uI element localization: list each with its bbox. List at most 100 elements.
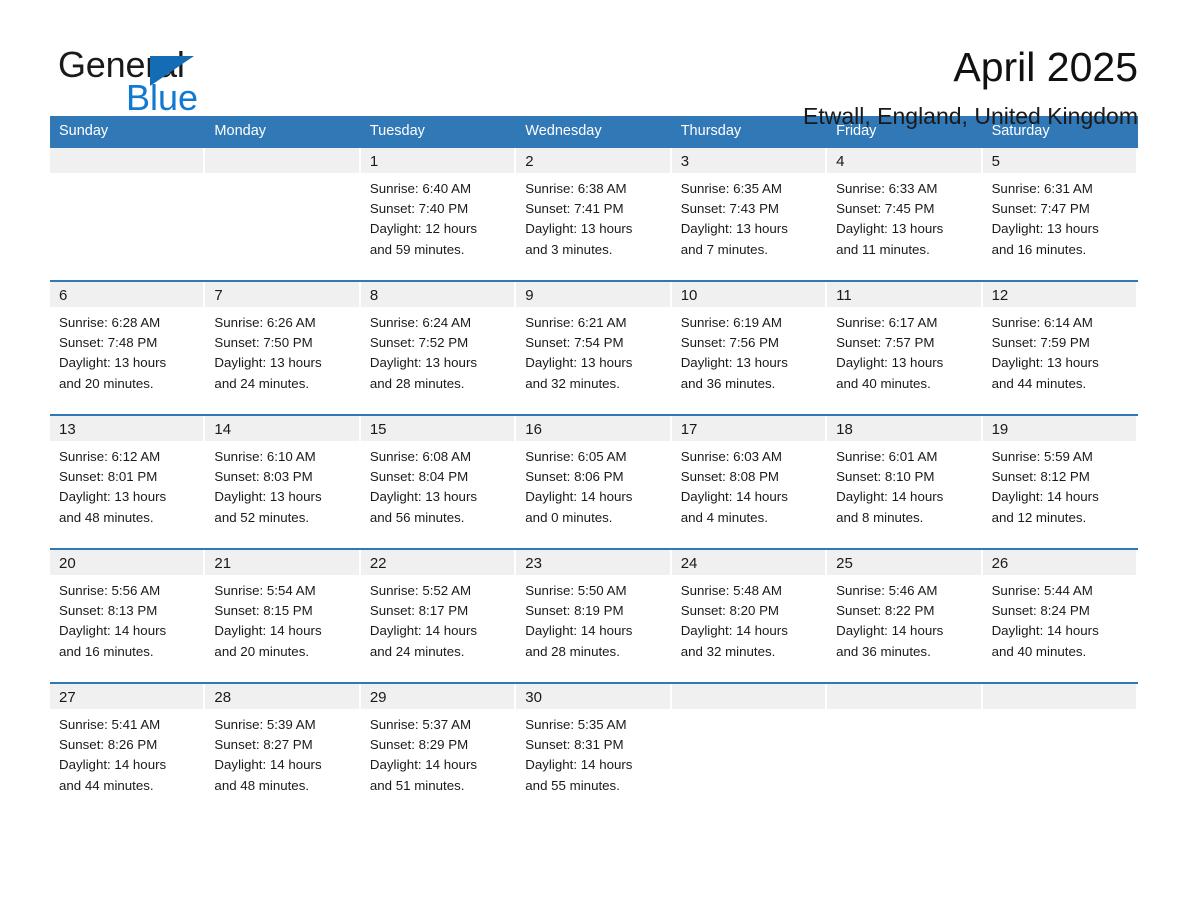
page-header: General Blue April 2025 Etwall, England,…: [50, 0, 1138, 129]
calendar-day-cell[interactable]: 20 Sunrise: 5:56 AM Sunset: 8:13 PM Dayli…: [50, 550, 206, 682]
calendar-day-cell[interactable]: 21 Sunrise: 5:54 AM Sunset: 8:15 PM Dayli…: [205, 550, 361, 682]
day-number-band: 7: [205, 282, 359, 307]
day-number-band: 9: [516, 282, 670, 307]
calendar-day-cell[interactable]: 13 Sunrise: 6:12 AM Sunset: 8:01 PM Dayli…: [50, 416, 206, 548]
sun-times-text: Sunrise: 5:46 AM Sunset: 8:22 PM Dayligh…: [836, 583, 944, 659]
day-number: 15: [369, 421, 387, 438]
day-number: 29: [369, 689, 387, 706]
weekday-header-thursday: Thursday: [680, 123, 742, 139]
sun-times-text: Sunrise: 6:31 AM Sunset: 7:47 PM Dayligh…: [991, 181, 1099, 257]
day-number-band: 27: [50, 684, 204, 709]
calendar-day-cell[interactable]: 3 Sunrise: 6:35 AM Sunset: 7:43 PM Daylig…: [671, 148, 828, 280]
day-number-band: 18: [827, 416, 981, 441]
day-number: 27: [59, 689, 76, 706]
day-number: 8: [369, 287, 379, 304]
sun-times-text: Sunrise: 6:08 AM Sunset: 8:04 PM Dayligh…: [369, 449, 478, 525]
general-blue-logo[interactable]: General Blue: [50, 44, 310, 118]
calendar-day-cell[interactable]: 10 Sunrise: 6:19 AM Sunset: 7:56 PM Dayli…: [671, 282, 828, 414]
day-number-band: 21: [205, 550, 359, 575]
calendar-day-cell[interactable]: 7 Sunrise: 6:26 AM Sunset: 7:50 PM Daylig…: [205, 282, 361, 414]
sun-times-text: Sunrise: 5:39 AM Sunset: 8:27 PM Dayligh…: [214, 717, 322, 793]
weekday-header-monday: Monday: [214, 123, 267, 139]
day-number-band: 24: [671, 550, 826, 575]
sun-times-text: Sunrise: 5:35 AM Sunset: 8:31 PM Dayligh…: [525, 717, 633, 793]
calendar-weeks: 1 Sunrise: 6:40 AM Sunset: 7:40 PM Daylig…: [50, 146, 1138, 800]
day-number-band: 30: [516, 684, 670, 709]
calendar-day-cell[interactable]: 11 Sunrise: 6:17 AM Sunset: 7:57 PM Dayli…: [827, 282, 983, 414]
day-number: 9: [525, 287, 534, 304]
sun-times-text: Sunrise: 6:35 AM Sunset: 7:43 PM Dayligh…: [680, 181, 788, 257]
day-number: 21: [214, 555, 232, 572]
day-number-band: 4: [827, 148, 981, 173]
day-number: 2: [525, 153, 534, 170]
day-number-band: 17: [671, 416, 826, 441]
calendar-day-cell[interactable]: 28 Sunrise: 5:39 AM Sunset: 8:27 PM Dayli…: [205, 684, 361, 800]
calendar-day-cell[interactable]: 14 Sunrise: 6:10 AM Sunset: 8:03 PM Dayli…: [205, 416, 361, 548]
day-number: 18: [836, 421, 853, 438]
calendar-week-row: 27 Sunrise: 5:41 AM Sunset: 8:26 PM Dayli…: [50, 682, 1138, 800]
calendar-day-cell[interactable]: 27 Sunrise: 5:41 AM Sunset: 8:26 PM Dayli…: [50, 684, 206, 800]
day-number: 23: [525, 555, 542, 572]
day-number: 20: [59, 555, 76, 572]
calendar-day-cell[interactable]: 4 Sunrise: 6:33 AM Sunset: 7:45 PM Daylig…: [827, 148, 983, 280]
day-number-band: [205, 148, 359, 173]
calendar-day-cell[interactable]: 19 Sunrise: 5:59 AM Sunset: 8:12 PM Dayli…: [982, 416, 1138, 548]
calendar-week-row: 13 Sunrise: 6:12 AM Sunset: 8:01 PM Dayli…: [50, 414, 1138, 548]
day-number: [672, 684, 825, 687]
calendar-day-cell[interactable]: 6 Sunrise: 6:28 AM Sunset: 7:48 PM Daylig…: [50, 282, 206, 414]
calendar-day-cell[interactable]: 15 Sunrise: 6:08 AM Sunset: 8:04 PM Dayli…: [360, 416, 517, 548]
sun-times-text: Sunrise: 6:10 AM Sunset: 8:03 PM Dayligh…: [214, 449, 322, 525]
day-number: 28: [214, 689, 232, 706]
sun-times-text: [827, 709, 982, 715]
calendar-day-cell[interactable]: 30 Sunrise: 5:35 AM Sunset: 8:31 PM Dayli…: [516, 684, 672, 800]
weekday-header-friday: Friday: [836, 123, 877, 139]
weekday-header-row: Sunday Monday Tuesday Wednesday Thursday…: [50, 116, 1138, 146]
day-number: 24: [680, 555, 698, 572]
day-number: 17: [680, 421, 698, 438]
sun-times-text: [205, 173, 360, 179]
day-number: 16: [525, 421, 542, 438]
sun-times-text: Sunrise: 6:26 AM Sunset: 7:50 PM Dayligh…: [214, 315, 322, 391]
calendar-week-row: 1 Sunrise: 6:40 AM Sunset: 7:40 PM Daylig…: [50, 146, 1138, 280]
calendar-day-cell[interactable]: 16 Sunrise: 6:05 AM Sunset: 8:06 PM Dayli…: [516, 416, 672, 548]
calendar-day-cell[interactable]: 18 Sunrise: 6:01 AM Sunset: 8:10 PM Dayli…: [827, 416, 983, 548]
calendar-day-cell[interactable]: 29 Sunrise: 5:37 AM Sunset: 8:29 PM Dayli…: [360, 684, 517, 800]
sun-times-text: [672, 709, 827, 715]
day-number: [50, 148, 203, 151]
day-number: 12: [991, 287, 1009, 304]
day-number-band: 23: [516, 550, 670, 575]
day-number: 5: [991, 153, 1000, 170]
calendar-day-cell[interactable]: 9 Sunrise: 6:21 AM Sunset: 7:54 PM Daylig…: [516, 282, 672, 414]
day-number: 22: [369, 555, 387, 572]
sun-times-text: Sunrise: 5:54 AM Sunset: 8:15 PM Dayligh…: [214, 583, 322, 659]
day-number: [983, 684, 1136, 687]
day-number-band: 10: [671, 282, 826, 307]
calendar-day-cell[interactable]: 2 Sunrise: 6:38 AM Sunset: 7:41 PM Daylig…: [516, 148, 672, 280]
sun-times-text: Sunrise: 6:12 AM Sunset: 8:01 PM Dayligh…: [59, 449, 167, 525]
calendar-day-cell[interactable]: 26 Sunrise: 5:44 AM Sunset: 8:24 PM Dayli…: [982, 550, 1138, 682]
day-number: 7: [214, 287, 223, 304]
calendar-day-cell[interactable]: 1 Sunrise: 6:40 AM Sunset: 7:40 PM Daylig…: [360, 148, 517, 280]
calendar-day-cell[interactable]: 12 Sunrise: 6:14 AM Sunset: 7:59 PM Dayli…: [982, 282, 1138, 414]
day-number-band: 28: [205, 684, 359, 709]
day-number-band: 19: [982, 416, 1136, 441]
calendar-day-cell[interactable]: 24 Sunrise: 5:48 AM Sunset: 8:20 PM Dayli…: [671, 550, 828, 682]
calendar-day-cell[interactable]: 25 Sunrise: 5:46 AM Sunset: 8:22 PM Dayli…: [827, 550, 983, 682]
day-number-band: 12: [982, 282, 1136, 307]
day-number: 1: [369, 153, 379, 170]
calendar-day-cell-empty: [671, 684, 828, 800]
sun-times-text: Sunrise: 6:05 AM Sunset: 8:06 PM Dayligh…: [525, 449, 633, 525]
day-number: 25: [836, 555, 853, 572]
day-number-band: [827, 684, 981, 709]
calendar-day-cell[interactable]: 17 Sunrise: 6:03 AM Sunset: 8:08 PM Dayli…: [671, 416, 828, 548]
calendar-day-cell[interactable]: 22 Sunrise: 5:52 AM Sunset: 8:17 PM Dayli…: [360, 550, 517, 682]
month-calendar: Sunday Monday Tuesday Wednesday Thursday…: [50, 116, 1138, 800]
day-number: [827, 684, 980, 687]
calendar-day-cell[interactable]: 8 Sunrise: 6:24 AM Sunset: 7:52 PM Daylig…: [360, 282, 517, 414]
calendar-day-cell[interactable]: 23 Sunrise: 5:50 AM Sunset: 8:19 PM Dayli…: [516, 550, 672, 682]
day-number-band: 6: [50, 282, 204, 307]
calendar-page: General Blue April 2025 Etwall, England,…: [0, 0, 1188, 918]
sun-times-text: Sunrise: 6:28 AM Sunset: 7:48 PM Dayligh…: [59, 315, 167, 391]
day-number: 4: [836, 153, 845, 170]
calendar-day-cell[interactable]: 5 Sunrise: 6:31 AM Sunset: 7:47 PM Daylig…: [982, 148, 1138, 280]
